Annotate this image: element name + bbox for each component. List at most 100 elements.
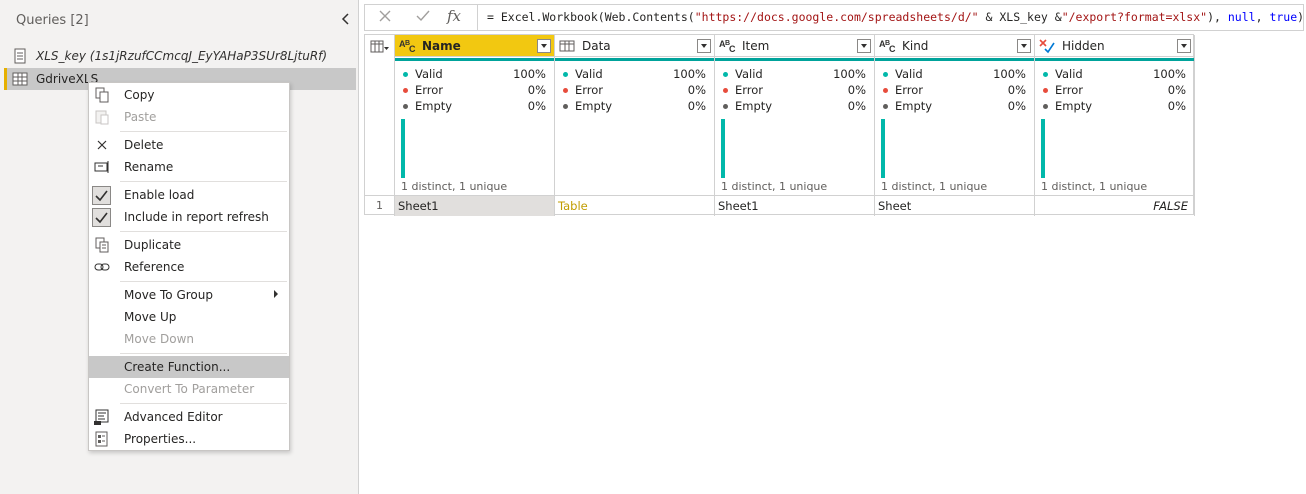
- queries-header: Queries [2]: [0, 0, 359, 40]
- column-quality: Valid 100% Error 0% Empty 0%: [881, 67, 1026, 115]
- distribution-bar[interactable]: [721, 119, 725, 178]
- duplicate-icon: [94, 237, 110, 253]
- quality-value: 100%: [513, 67, 546, 81]
- empty-dot-icon: [883, 104, 888, 109]
- table-cell[interactable]: Table: [555, 195, 714, 216]
- menu-item-create-function[interactable]: Create Function...: [89, 356, 289, 378]
- quality-value: 0%: [687, 83, 706, 97]
- column-header-name[interactable]: ABC Name: [395, 35, 554, 57]
- distribution-text: 1 distinct, 1 unique: [721, 180, 828, 193]
- quality-label: Valid: [895, 67, 923, 81]
- menu-item-delete[interactable]: Delete: [89, 134, 289, 156]
- checkmark-icon[interactable]: [411, 7, 435, 29]
- menu-item-label: Create Function...: [124, 360, 231, 374]
- quality-value: 100%: [833, 67, 866, 81]
- quality-value: 0%: [527, 83, 546, 97]
- menu-item-label: Properties...: [124, 432, 197, 446]
- formula-keyword: null: [1227, 10, 1256, 24]
- distribution-bar[interactable]: [401, 119, 405, 178]
- query-item-xls-key[interactable]: XLS_key (1s1jRzufCCmcqJ_EyYAHaP3SUr8Ljtu…: [4, 45, 356, 67]
- logical-type-icon[interactable]: [1038, 38, 1060, 54]
- menu-item-enable-load[interactable]: Enable load: [89, 184, 289, 206]
- chevron-down-icon[interactable]: [857, 38, 871, 53]
- copy-icon: [94, 87, 110, 103]
- menu-item-copy[interactable]: Copy: [89, 84, 289, 106]
- reference-icon: [94, 259, 110, 275]
- column-header-label: Data: [582, 38, 611, 53]
- menu-item-paste[interactable]: Paste: [89, 106, 289, 128]
- distribution-text: 1 distinct, 1 unique: [1041, 180, 1148, 193]
- error-dot-icon: [403, 88, 408, 93]
- quality-bar: [715, 58, 874, 61]
- table-type-icon[interactable]: [558, 38, 580, 54]
- delete-icon: [94, 137, 110, 153]
- menu-item-duplicate[interactable]: Duplicate: [89, 234, 289, 256]
- grid-corner[interactable]: [365, 35, 395, 195]
- quality-value: 0%: [847, 83, 866, 97]
- table-cell[interactable]: FALSE: [1035, 195, 1194, 216]
- queries-title: Queries [2]: [16, 13, 89, 28]
- formula-input[interactable]: = Excel.Workbook(Web.Contents("https://d…: [487, 10, 1304, 24]
- context-menu: Copy Paste Delete Rename Enable load Inc…: [88, 82, 290, 451]
- menu-item-move-to-group[interactable]: Move To Group: [89, 284, 289, 306]
- distribution-bar[interactable]: [881, 119, 885, 178]
- quality-label: Error: [735, 83, 764, 97]
- chevron-down-icon[interactable]: [1017, 38, 1031, 53]
- menu-item-include-refresh[interactable]: Include in report refresh: [89, 206, 289, 228]
- table-menu-icon[interactable]: [370, 40, 390, 54]
- column-header-data[interactable]: Data: [555, 35, 714, 57]
- column-data: Data Valid 100% Error 0% Empty 0% Table: [555, 35, 715, 216]
- quality-valid: Valid 100%: [1041, 67, 1186, 83]
- quality-value: 100%: [1153, 67, 1186, 81]
- properties-icon: [94, 431, 110, 447]
- error-dot-icon: [883, 88, 888, 93]
- submenu-arrow-icon: [274, 290, 278, 298]
- menu-item-convert-to-parameter[interactable]: Convert To Parameter: [89, 378, 289, 400]
- menu-item-move-down[interactable]: Move Down: [89, 328, 289, 350]
- column-header-label: Hidden: [1062, 38, 1105, 53]
- close-icon[interactable]: [373, 7, 397, 29]
- column-header-hidden[interactable]: Hidden: [1035, 35, 1194, 57]
- quality-bar: [1035, 58, 1194, 61]
- column-quality: Valid 100% Error 0% Empty 0%: [1041, 67, 1186, 115]
- formula-part: = Excel.Workbook(Web.Contents(: [487, 10, 695, 24]
- text-type-icon[interactable]: ABC: [878, 38, 900, 54]
- formula-part: ),: [1207, 10, 1228, 24]
- chevron-left-icon[interactable]: [336, 10, 356, 30]
- menu-item-advanced-editor[interactable]: Advanced Editor: [89, 406, 289, 428]
- table-cell[interactable]: Sheet1: [395, 195, 554, 216]
- quality-value: 0%: [1167, 99, 1186, 113]
- chevron-down-icon[interactable]: [537, 38, 551, 53]
- table-cell[interactable]: Sheet: [875, 195, 1034, 216]
- menu-item-properties[interactable]: Properties...: [89, 428, 289, 450]
- fx-button[interactable]: fx: [447, 7, 461, 25]
- distribution-text: 1 distinct, 1 unique: [401, 180, 508, 193]
- chevron-down-icon[interactable]: [1177, 38, 1191, 53]
- quality-empty: Empty 0%: [1041, 99, 1186, 115]
- empty-dot-icon: [1043, 104, 1048, 109]
- distribution-bar[interactable]: [1041, 119, 1045, 178]
- text-type-icon[interactable]: ABC: [398, 38, 420, 54]
- quality-valid: Valid 100%: [561, 67, 706, 83]
- text-type-icon[interactable]: ABC: [718, 38, 740, 54]
- error-dot-icon: [723, 88, 728, 93]
- expand-icon[interactable]: [697, 38, 711, 53]
- quality-label: Empty: [415, 99, 453, 113]
- menu-item-rename[interactable]: Rename: [89, 156, 289, 178]
- quality-label: Error: [415, 83, 444, 97]
- column-header-item[interactable]: ABC Item: [715, 35, 874, 57]
- menu-item-move-up[interactable]: Move Up: [89, 306, 289, 328]
- valid-dot-icon: [723, 72, 728, 77]
- quality-error: Error 0%: [881, 83, 1026, 99]
- column-header-kind[interactable]: ABC Kind: [875, 35, 1034, 57]
- quality-error: Error 0%: [721, 83, 866, 99]
- formula-part: ): [1297, 10, 1305, 24]
- quality-valid: Valid 100%: [721, 67, 866, 83]
- table-cell[interactable]: Sheet1: [715, 195, 874, 216]
- quality-value: 100%: [673, 67, 706, 81]
- quality-value: 0%: [1007, 99, 1026, 113]
- menu-item-label: Copy: [124, 88, 155, 102]
- valid-dot-icon: [883, 72, 888, 77]
- menu-item-reference[interactable]: Reference: [89, 256, 289, 278]
- formula-divider: [477, 5, 478, 30]
